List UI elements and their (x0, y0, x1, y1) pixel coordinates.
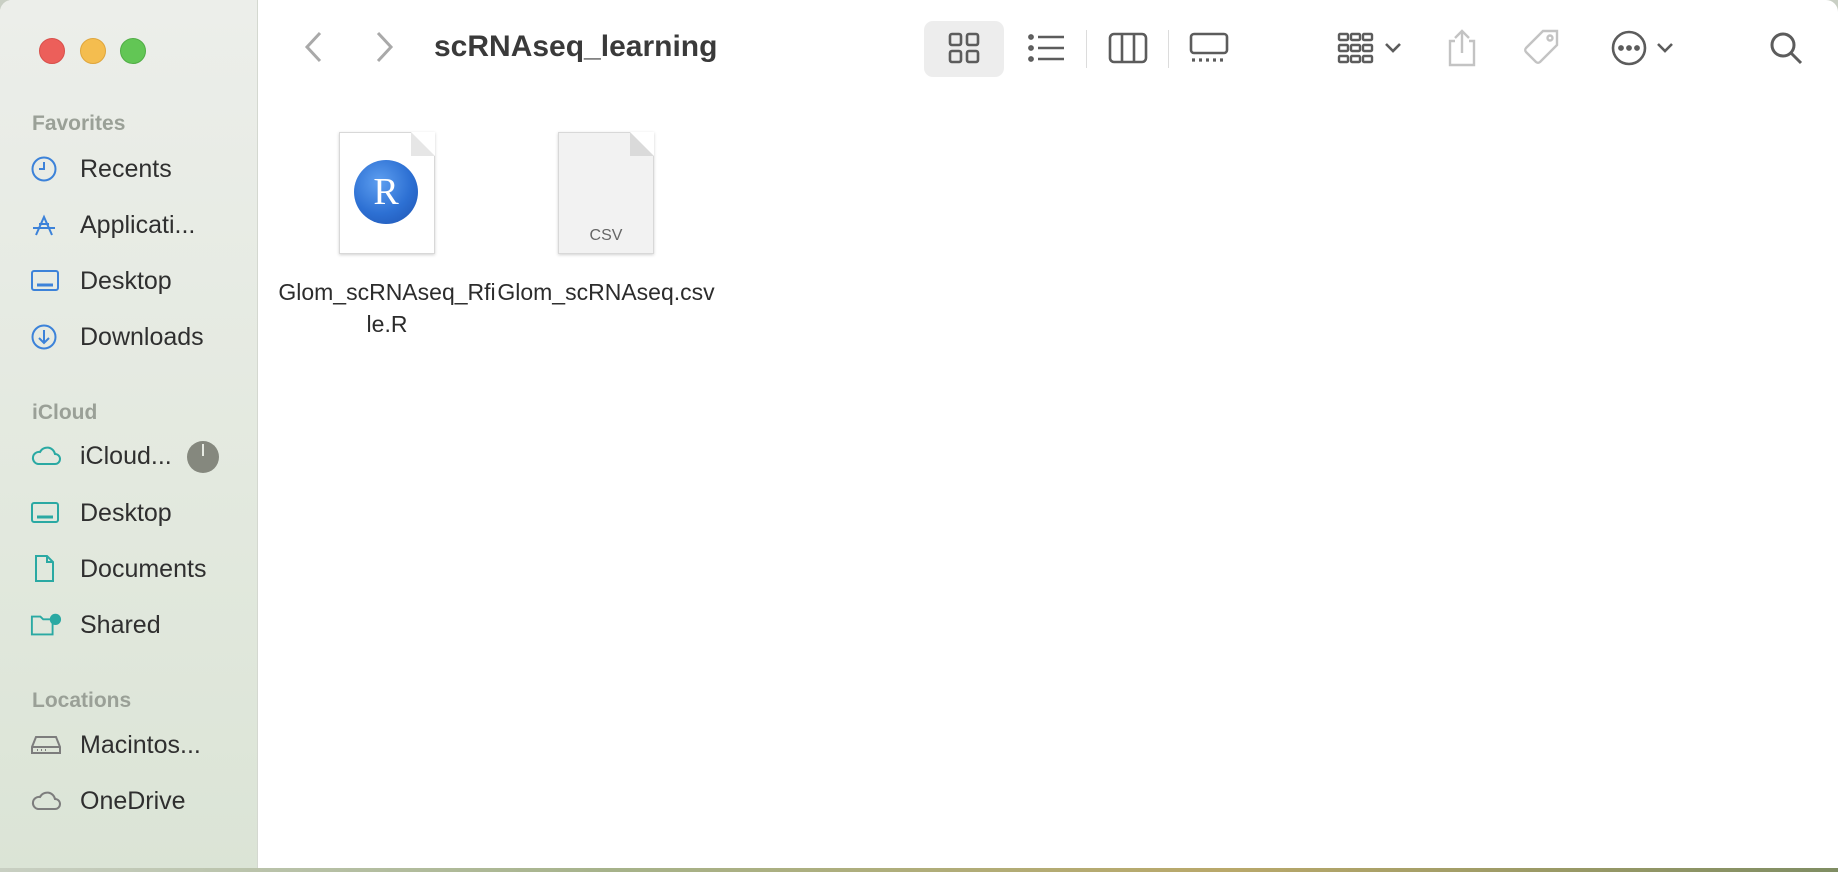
sidebar-item-downloads[interactable]: Downloads (30, 317, 245, 357)
storage-pie-icon (187, 441, 219, 473)
sidebar-item-label: Desktop (80, 498, 172, 527)
search-icon (1767, 29, 1805, 72)
file-name: Glom_scRNAseq.csv (497, 279, 715, 305)
share-button[interactable] (1444, 28, 1480, 72)
maximize-window-button[interactable] (120, 38, 146, 64)
forward-button[interactable] (366, 28, 402, 70)
column-view-button[interactable] (1106, 30, 1150, 70)
sidebar-item-shared[interactable]: Shared (30, 605, 245, 645)
chevron-down-icon (1656, 41, 1674, 59)
sidebar-item-label: Shared (80, 610, 161, 639)
sidebar-item-label: iCloud... (80, 441, 172, 470)
csv-file-icon: CSV (558, 132, 654, 254)
desktop-icon (30, 499, 62, 527)
file-item[interactable]: CSV Glom_scRNAseq.csv (496, 132, 716, 308)
toolbar-divider (1086, 30, 1087, 68)
search-button[interactable] (1764, 28, 1808, 72)
sidebar-item-macintosh-hd[interactable]: Macintos... (30, 725, 245, 765)
file-item[interactable]: R Glom_scRNAseq_Rfile.R (277, 132, 497, 340)
cloud-icon (30, 442, 62, 470)
sidebar-item-documents[interactable]: Documents (30, 549, 245, 589)
sidebar-section-favorites: Favorites (32, 112, 126, 135)
sidebar-item-onedrive[interactable]: OneDrive (30, 781, 245, 821)
r-file-icon: R (339, 132, 435, 254)
tag-button[interactable] (1520, 28, 1564, 72)
ellipsis-circle-icon (1610, 29, 1648, 72)
tag-icon (1521, 27, 1563, 74)
applications-icon (30, 211, 62, 239)
document-icon (30, 555, 62, 583)
sidebar-item-label: Macintos... (80, 730, 201, 759)
icon-view-button-glyph[interactable] (944, 30, 984, 70)
sidebar-item-label: Desktop (80, 266, 172, 295)
sidebar-item-label: OneDrive (80, 786, 186, 815)
toolbar-divider (1168, 30, 1169, 68)
sidebar: Favorites Recents Applicati... Desktop D… (0, 0, 258, 872)
chevron-left-icon (303, 30, 325, 69)
columns-icon (1108, 32, 1148, 69)
sidebar-item-applications[interactable]: Applicati... (30, 205, 245, 245)
shared-folder-icon (30, 611, 62, 639)
chevron-down-icon (1384, 41, 1402, 59)
sidebar-section-icloud: iCloud (32, 401, 98, 424)
sidebar-item-label: Recents (80, 154, 172, 183)
chevron-right-icon (373, 30, 395, 69)
hard-drive-icon (30, 731, 62, 759)
file-name: Glom_scRNAseq_Rfile.R (278, 279, 496, 337)
sidebar-item-icloud-desktop[interactable]: Desktop (30, 493, 245, 533)
share-icon (1446, 28, 1478, 73)
download-icon (30, 323, 62, 351)
sidebar-item-label: Downloads (80, 322, 204, 351)
csv-file-label: CSV (589, 227, 623, 244)
gallery-view-button[interactable] (1186, 30, 1232, 70)
group-by-button[interactable] (1330, 30, 1408, 70)
list-view-button[interactable] (1024, 30, 1070, 70)
file-browser-content: R Glom_scRNAseq_Rfile.R CSV Glom_scRNAse… (258, 100, 1838, 872)
clock-icon (30, 155, 62, 183)
sidebar-item-label: Applicati... (80, 210, 196, 239)
sidebar-item-label: Documents (80, 554, 207, 583)
list-icon (1027, 32, 1067, 69)
sidebar-item-recents[interactable]: Recents (30, 149, 245, 189)
back-button[interactable] (296, 28, 332, 70)
sidebar-section-locations: Locations (32, 689, 132, 712)
cloud-icon (30, 787, 62, 815)
more-actions-button[interactable] (1604, 28, 1680, 72)
grid-icon (947, 31, 981, 70)
desktop-wallpaper-edge (0, 868, 1838, 872)
window-title: scRNAseq_learning (434, 30, 718, 63)
gallery-icon (1188, 32, 1230, 69)
sidebar-item-desktop[interactable]: Desktop (30, 261, 245, 301)
close-window-button[interactable] (39, 38, 65, 64)
desktop-icon (30, 267, 62, 295)
group-grid-icon (1336, 31, 1376, 70)
minimize-window-button[interactable] (80, 38, 106, 64)
finder-window: Favorites Recents Applicati... Desktop D… (0, 0, 1838, 872)
